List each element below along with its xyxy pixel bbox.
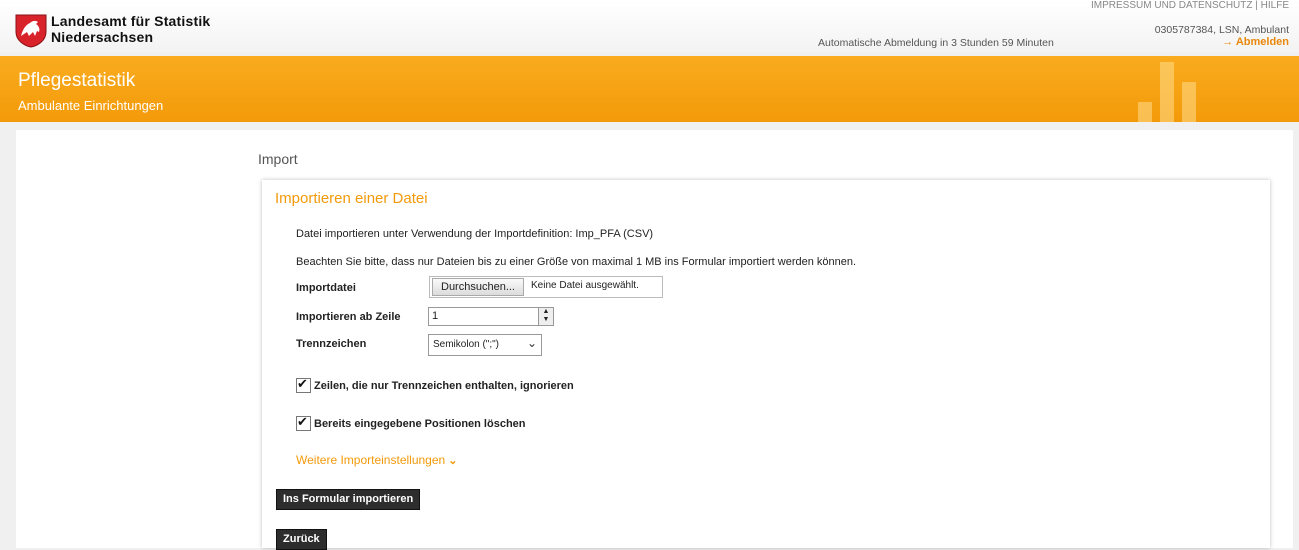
- app-title: Pflegestatistik: [18, 70, 136, 91]
- file-status: Keine Datei ausgewählt.: [531, 280, 639, 291]
- import-into-form-button[interactable]: Ins Formular importieren: [276, 489, 421, 510]
- org-name: Landesamt für Statistik Niedersachsen: [51, 13, 210, 45]
- start-row-value: 1: [432, 310, 439, 322]
- separator-value: Semikolon (";"): [433, 339, 500, 350]
- more-settings-toggle[interactable]: Weitere Importeinstellungen ⌄: [296, 453, 457, 467]
- logout-link[interactable]: → Abmelden: [1222, 36, 1289, 48]
- org-name-line1: Landesamt für Statistik: [51, 13, 211, 29]
- separator-select[interactable]: Semikolon (";") ⌄: [428, 334, 542, 356]
- file-size-hint: Beachten Sie bitte, dass nur Dateien bis…: [296, 256, 857, 268]
- ignore-separator-rows-label: Zeilen, die nur Trennzeichen enthalten, …: [314, 380, 574, 392]
- file-label: Importdatei: [296, 282, 356, 294]
- panel-title: Importieren einer Datei: [275, 190, 428, 207]
- checkmark-icon: ✔: [297, 376, 308, 391]
- top-links[interactable]: IMPRESSUM UND DATENSCHUTZ | HILFE: [1091, 0, 1289, 11]
- user-info: 0305787384, LSN, Ambulant: [1154, 24, 1289, 36]
- separator-label: Trennzeichen: [296, 338, 367, 350]
- chevron-down-icon: ⌄: [448, 455, 458, 467]
- top-bar: Landesamt für Statistik Niedersachsen IM…: [0, 0, 1299, 52]
- chevron-down-icon: ⌄: [526, 336, 537, 350]
- delete-positions-label: Bereits eingegebene Positionen löschen: [314, 418, 526, 430]
- app-subtitle: Ambulante Einrichtungen: [18, 98, 164, 113]
- auto-logout-notice: Automatische Abmeldung in 3 Stunden 59 M…: [818, 37, 1054, 49]
- start-row-label: Importieren ab Zeile: [296, 311, 401, 323]
- lower-saxony-crest-icon: [15, 14, 47, 48]
- spinner-arrows-icon[interactable]: ▲ ▼: [538, 308, 553, 325]
- org-name-line2: Niedersachsen: [51, 29, 154, 45]
- delete-positions-checkbox[interactable]: ✔: [296, 414, 311, 431]
- import-definition-info: Datei importieren unter Verwendung der I…: [296, 228, 654, 240]
- start-row-input[interactable]: 1 ▲ ▼: [428, 307, 554, 326]
- file-input[interactable]: Durchsuchen... Keine Datei ausgewählt.: [429, 276, 663, 298]
- ignore-separator-rows-checkbox[interactable]: ✔: [296, 376, 311, 393]
- checkmark-icon: ✔: [297, 414, 308, 429]
- browse-button[interactable]: Durchsuchen...: [432, 278, 524, 296]
- page-title: Import: [258, 151, 298, 167]
- back-button[interactable]: Zurück: [276, 529, 327, 550]
- app-banner: Pflegestatistik Ambulante Einrichtungen: [0, 56, 1299, 122]
- more-settings-label: Weitere Importeinstellungen: [296, 453, 446, 467]
